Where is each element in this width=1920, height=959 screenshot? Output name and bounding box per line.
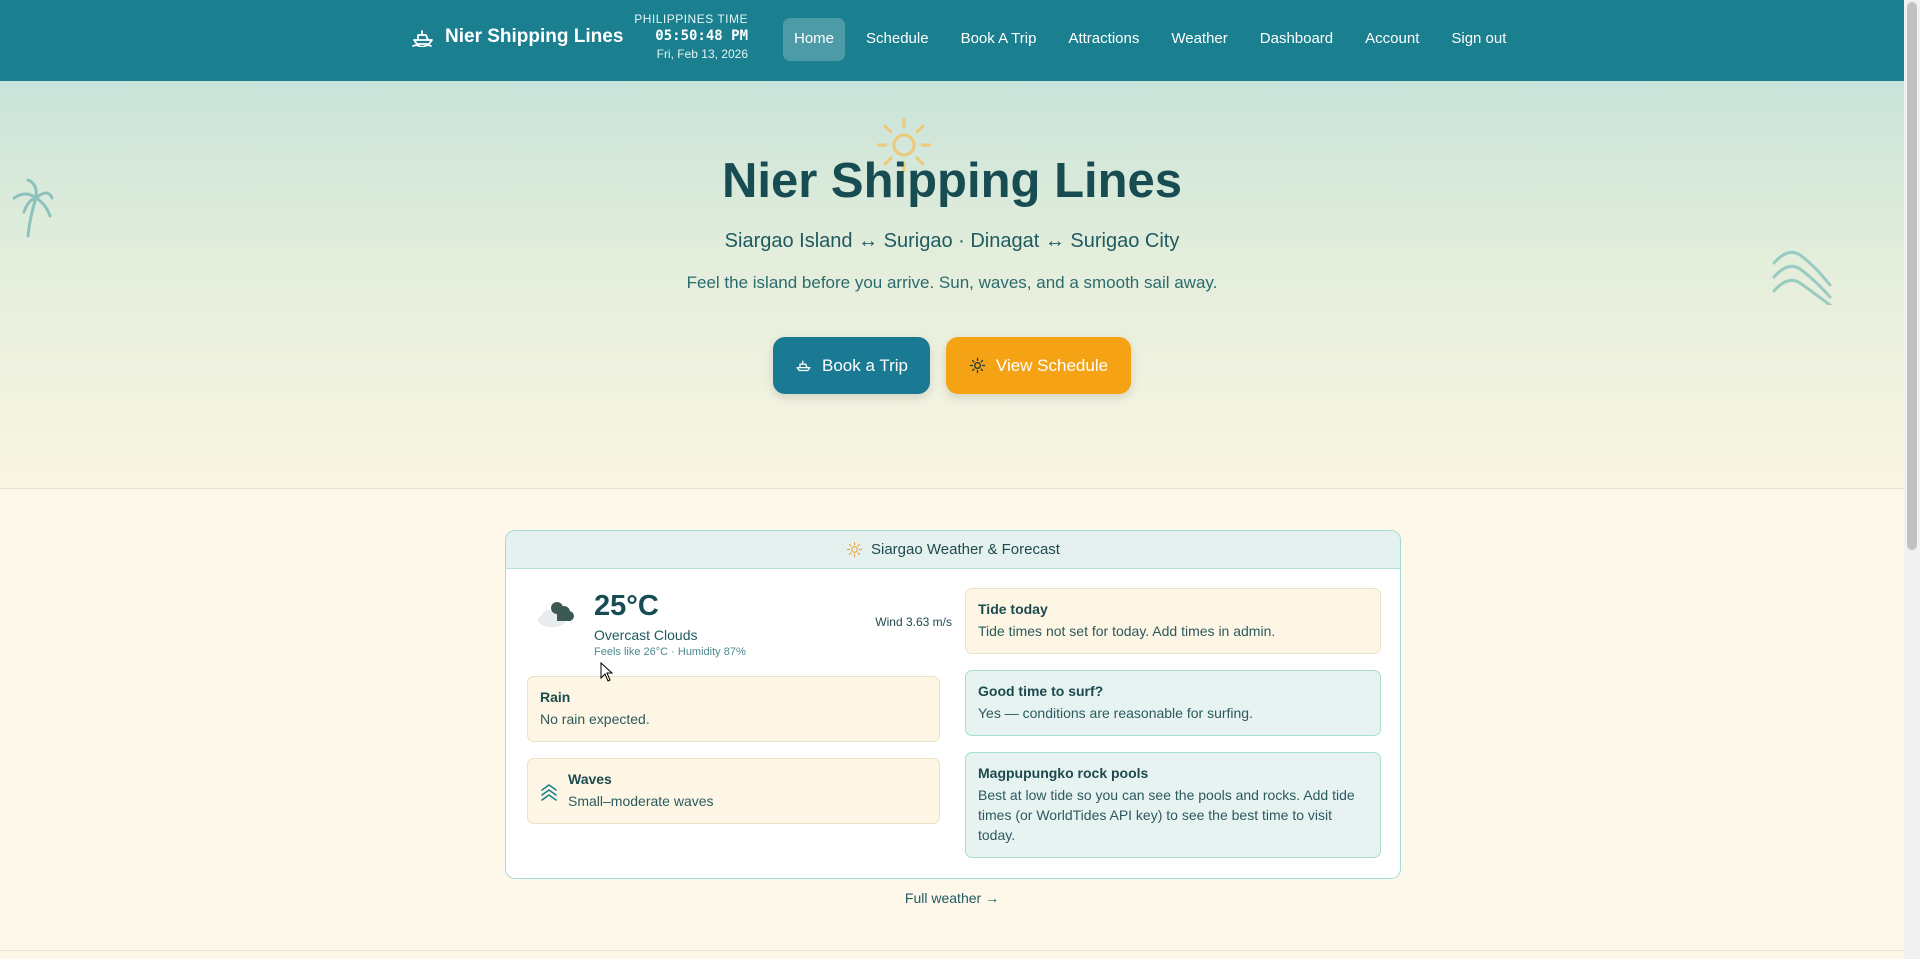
- clock-label: PHILIPPINES TIME: [634, 12, 748, 26]
- section-divider: [0, 950, 1904, 951]
- weather-card-header: Siargao Weather & Forecast: [506, 531, 1400, 569]
- weather-card-title: Siargao Weather & Forecast: [871, 541, 1060, 558]
- waves-icon: [541, 784, 557, 801]
- weather-condition: Overcast Clouds: [594, 627, 698, 643]
- sun-icon: [969, 357, 986, 374]
- book-a-trip-button[interactable]: Book a Trip: [773, 337, 930, 394]
- view-schedule-button[interactable]: View Schedule: [946, 337, 1131, 394]
- rain-title: Rain: [540, 689, 571, 705]
- rain-tile: Rain No rain expected.: [527, 676, 940, 742]
- nav-weather[interactable]: Weather: [1160, 18, 1238, 61]
- hero-section: Nier Shipping Lines Siargao Island ↔ Sur…: [0, 81, 1904, 489]
- nav-sign-out[interactable]: Sign out: [1440, 18, 1517, 61]
- top-navbar: Nier Shipping Lines PHILIPPINES TIME 05:…: [0, 0, 1904, 81]
- waves-desc: Small–moderate waves: [568, 793, 714, 809]
- brand-name: Nier Shipping Lines: [445, 26, 624, 47]
- overcast-cloud-icon: [538, 602, 574, 627]
- wind-speed: Wind 3.63 m/s: [875, 615, 952, 629]
- clock-date: Fri, Feb 13, 2026: [656, 47, 748, 61]
- scrollbar-thumb[interactable]: [1907, 2, 1917, 550]
- ph-time-clock: PHILIPPINES TIME 05:50:48 PM Fri, Feb 13…: [620, 12, 748, 61]
- feels-like-humidity: Feels like 26°C · Humidity 87%: [594, 646, 746, 658]
- tide-desc: Tide times not set for today. Add times …: [978, 623, 1276, 639]
- book-a-trip-label: Book a Trip: [822, 355, 908, 375]
- clock-time: 05:50:48 PM: [655, 28, 748, 44]
- hero-tagline: Feel the island before you arrive. Sun, …: [686, 273, 1218, 292]
- nav-dashboard[interactable]: Dashboard: [1249, 18, 1344, 61]
- ship-icon: [796, 360, 811, 372]
- surf-title: Good time to surf?: [978, 683, 1104, 699]
- nav-book-a-trip[interactable]: Book A Trip: [950, 18, 1048, 61]
- tide-title: Tide today: [978, 601, 1048, 617]
- mouse-cursor-icon: [600, 662, 614, 682]
- hero-title: Nier Shipping Lines: [721, 154, 1183, 208]
- rock-pools-title: Magpupungko rock pools: [978, 765, 1149, 781]
- rock-pools-desc: Best at low tide so you can see the pool…: [978, 787, 1355, 843]
- tide-tile: Tide today Tide times not set for today.…: [965, 588, 1381, 654]
- nav-attractions[interactable]: Attractions: [1057, 18, 1150, 61]
- surf-desc: Yes — conditions are reasonable for surf…: [978, 705, 1253, 721]
- full-weather-link[interactable]: Full weather →: [0, 890, 1904, 906]
- surf-tile: Good time to surf? Yes — conditions are …: [965, 670, 1381, 736]
- waves-title: Waves: [568, 771, 612, 787]
- view-schedule-label: View Schedule: [995, 355, 1109, 375]
- nav-account[interactable]: Account: [1354, 18, 1430, 61]
- page-scrollbar[interactable]: [1904, 0, 1920, 959]
- hero-subtitle: Siargao Island ↔ Surigao · Dinagat ↔ Sur…: [724, 230, 1180, 252]
- rain-desc: No rain expected.: [540, 711, 650, 727]
- main-nav: Home Schedule Book A Trip Attractions We…: [783, 18, 1527, 61]
- waves-tile: Waves Small–moderate waves: [527, 758, 940, 824]
- brand-logo-link[interactable]: Nier Shipping Lines: [411, 26, 623, 48]
- sun-icon: [846, 541, 863, 558]
- nav-schedule[interactable]: Schedule: [855, 18, 940, 61]
- weather-card: Siargao Weather & Forecast 25°C Overcast…: [505, 530, 1401, 879]
- ship-icon: [412, 30, 433, 47]
- current-temperature: 25°C: [594, 590, 659, 622]
- rock-pools-tile: Magpupungko rock pools Best at low tide …: [965, 752, 1381, 858]
- nav-home[interactable]: Home: [783, 18, 846, 61]
